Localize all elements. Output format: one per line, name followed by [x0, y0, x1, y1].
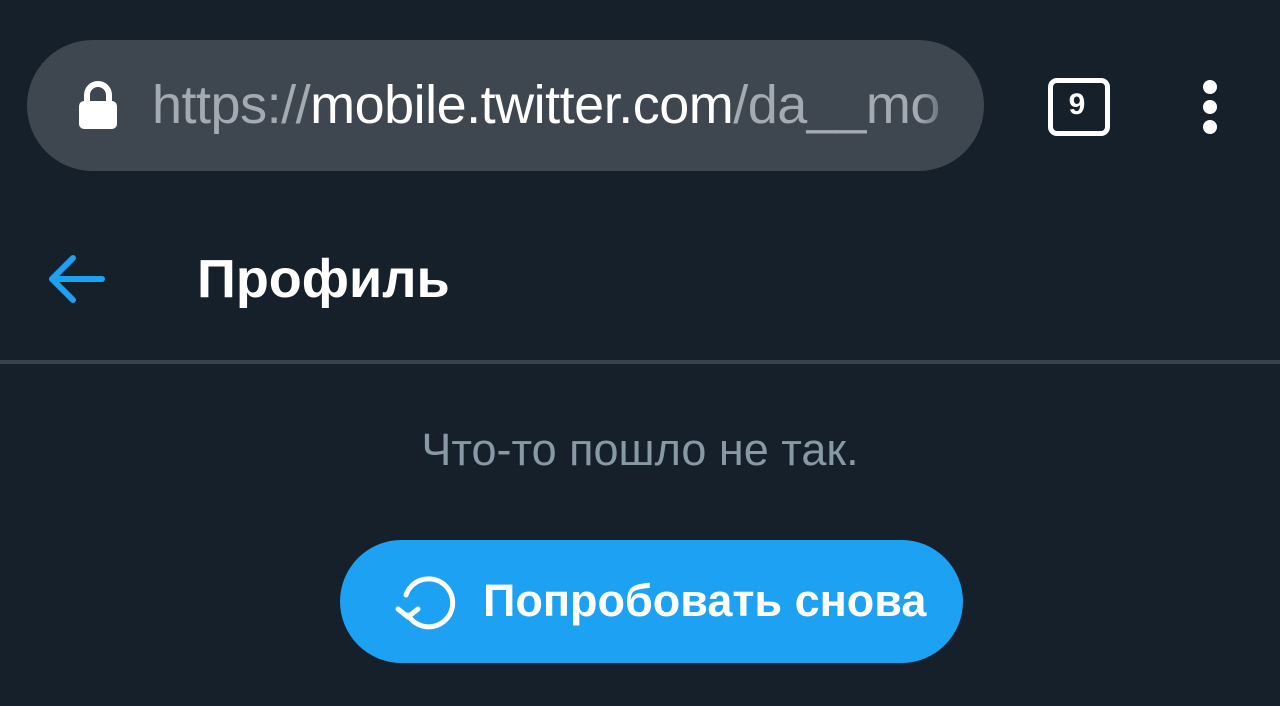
tab-count: 9: [1068, 88, 1086, 121]
header-divider: [0, 360, 1280, 364]
url-path: /da__mo: [733, 75, 940, 135]
profile-header: [0, 200, 1280, 360]
url-text[interactable]: https://mobile.twitter.com/da__mo: [152, 70, 952, 140]
tab-switcher-button[interactable]: 9: [1046, 76, 1110, 136]
url-host: mobile.twitter.com: [310, 75, 734, 135]
browser-menu-button[interactable]: [1190, 78, 1230, 136]
page-title: Профиль: [197, 249, 450, 309]
refresh-icon: [395, 576, 456, 630]
error-message: Что-то пошло не так.: [421, 424, 859, 475]
retry-label: Попробовать снова: [483, 575, 927, 626]
url-fade: [918, 60, 958, 150]
more-vert-icon-dot: [1203, 120, 1217, 134]
url-scheme: https://: [152, 75, 311, 135]
lock-icon: [79, 81, 117, 129]
app-screen: https://mobile.twitter.com/da__mo 9 Проф…: [0, 0, 1280, 706]
more-vert-icon: [1203, 80, 1217, 94]
arrow-left-icon[interactable]: [40, 250, 114, 308]
more-vert-icon-dot: [1203, 100, 1217, 114]
